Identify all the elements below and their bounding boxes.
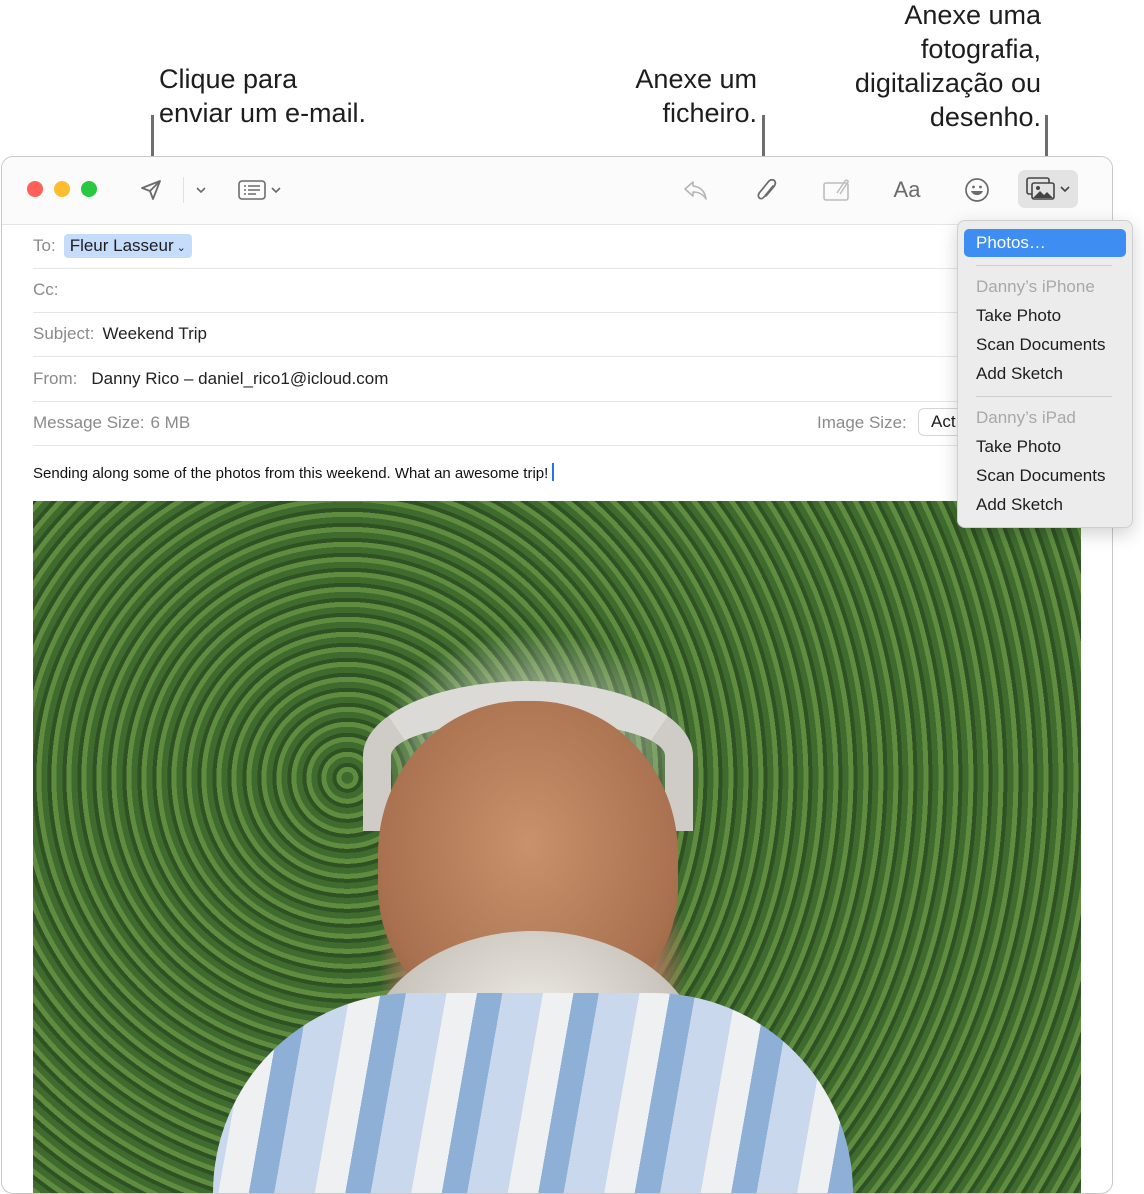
text-cursor bbox=[552, 463, 555, 481]
message-body[interactable]: Sending along some of the photos from th… bbox=[33, 463, 555, 482]
message-size-value: 6 MB bbox=[150, 413, 191, 432]
attachment-icon bbox=[757, 178, 777, 200]
attached-photo[interactable] bbox=[33, 501, 1081, 1193]
image-size-label: Image Size: bbox=[817, 413, 907, 432]
from-field[interactable]: From: Danny Rico – daniel_rico1@icloud.c… bbox=[33, 356, 1112, 402]
markup-button[interactable] bbox=[820, 174, 854, 206]
callout-photo: Anexe uma fotografia, digitalização ou d… bbox=[820, 0, 1041, 134]
callout-photo-line: digitalização ou bbox=[854, 68, 1041, 98]
callout-photo-line: Anexe uma bbox=[904, 0, 1041, 30]
menu-item-ipad-scan-documents[interactable]: Scan Documents bbox=[976, 462, 1105, 490]
recipient-name: Fleur Lasseur bbox=[69, 236, 174, 255]
toolbar-separator bbox=[183, 177, 184, 203]
callout-attach-line: Anexe um bbox=[635, 64, 757, 94]
subject-field[interactable]: Subject: Weekend Trip bbox=[33, 312, 1112, 357]
photo-browser-button[interactable] bbox=[1018, 170, 1078, 208]
photo-browser-menu: Photos… Danny’s iPhone Take Photo Scan D… bbox=[957, 220, 1133, 528]
to-field[interactable]: To: Fleur Lasseur ⌄ bbox=[33, 224, 1112, 269]
attach-button[interactable] bbox=[750, 174, 784, 206]
recipient-token[interactable]: Fleur Lasseur ⌄ bbox=[63, 234, 192, 258]
from-label: From: bbox=[33, 368, 78, 388]
menu-header-ipad: Danny’s iPad bbox=[976, 408, 1076, 427]
callout-attach: Anexe um ficheiro. bbox=[630, 62, 757, 130]
toolbar: Aa bbox=[2, 157, 1112, 225]
zoom-button[interactable] bbox=[81, 181, 97, 197]
photo-shirt bbox=[213, 993, 853, 1193]
minimize-button[interactable] bbox=[54, 181, 70, 197]
markup-icon bbox=[823, 179, 849, 201]
emoji-button[interactable] bbox=[960, 174, 994, 206]
callout-attach-line: ficheiro. bbox=[662, 98, 757, 128]
chevron-down-icon bbox=[270, 187, 281, 193]
header-fields-button[interactable] bbox=[234, 175, 284, 205]
close-button[interactable] bbox=[27, 181, 43, 197]
menu-item-iphone-take-photo[interactable]: Take Photo bbox=[976, 302, 1061, 330]
callout-send: Clique para enviar um e-mail. bbox=[159, 62, 366, 130]
callout-send-line: Clique para bbox=[159, 64, 298, 94]
menu-item-ipad-take-photo[interactable]: Take Photo bbox=[976, 433, 1061, 461]
cc-label: Cc: bbox=[33, 280, 59, 299]
menu-item-iphone-add-sketch[interactable]: Add Sketch bbox=[976, 360, 1063, 388]
send-options-button[interactable] bbox=[191, 179, 211, 201]
subject-label: Subject: bbox=[33, 324, 95, 343]
from-value[interactable]: Danny Rico – daniel_rico1@icloud.com bbox=[91, 369, 388, 389]
mail-compose-window: Aa To: Fleur Lasseur ⌄ Cc: Subject: Weeke… bbox=[1, 156, 1113, 1194]
to-label: To: bbox=[33, 236, 56, 255]
reply-button[interactable] bbox=[679, 174, 713, 206]
menu-separator bbox=[976, 265, 1112, 266]
send-button[interactable] bbox=[135, 174, 167, 206]
menu-item-photos[interactable]: Photos… bbox=[964, 229, 1126, 257]
callout-photo-line: fotografia, bbox=[920, 34, 1041, 64]
menu-separator bbox=[976, 396, 1112, 397]
callout-photo-line: desenho. bbox=[929, 102, 1041, 132]
message-text: Sending along some of the photos from th… bbox=[33, 465, 549, 482]
chevron-down-icon: ⌄ bbox=[176, 242, 186, 254]
subject-value: Weekend Trip bbox=[102, 324, 208, 343]
menu-item-ipad-add-sketch[interactable]: Add Sketch bbox=[976, 491, 1063, 519]
photo-browser-icon bbox=[1026, 177, 1055, 200]
header-fields-icon bbox=[237, 180, 266, 200]
reply-icon bbox=[684, 181, 707, 200]
message-size-label: Message Size: bbox=[33, 413, 145, 432]
chevron-down-icon bbox=[196, 187, 206, 193]
format-button[interactable]: Aa bbox=[886, 174, 928, 206]
emoji-icon bbox=[965, 178, 989, 202]
menu-header-iphone: Danny’s iPhone bbox=[976, 277, 1095, 296]
cc-field[interactable]: Cc: bbox=[33, 268, 1112, 313]
chevron-down-icon bbox=[1060, 186, 1070, 192]
send-icon bbox=[141, 180, 161, 200]
menu-item-iphone-scan-documents[interactable]: Scan Documents bbox=[976, 331, 1105, 359]
callout-send-line: enviar um e-mail. bbox=[159, 98, 367, 128]
